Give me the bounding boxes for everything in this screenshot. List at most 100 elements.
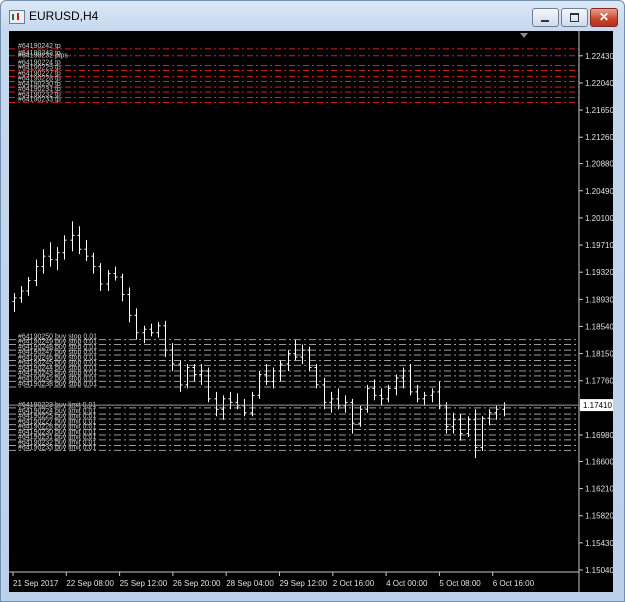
price-label: 1.15040 [585,566,613,575]
ohlc-bar[interactable] [214,391,219,417]
ohlc-bar[interactable] [336,388,341,410]
ohlc-bar[interactable] [365,384,370,413]
close-icon: ✕ [598,10,610,24]
chart-shift-marker-icon[interactable] [520,33,528,38]
price-label: 1.20100 [585,214,613,223]
ohlc-bar[interactable] [127,287,132,323]
maximize-icon [570,13,579,22]
ohlc-bar[interactable] [466,416,471,438]
ohlc-bar[interactable] [170,343,175,371]
ohlc-bar[interactable] [206,367,211,403]
ohlc-bar[interactable] [322,377,327,410]
ohlc-bar[interactable] [300,344,305,365]
price-label: 1.19320 [585,268,613,277]
ohlc-bar[interactable] [91,252,96,274]
ohlc-bar[interactable] [12,293,17,312]
ohlc-bar[interactable] [444,402,449,434]
ohlc-bar[interactable] [480,416,485,452]
price-label: 1.22430 [585,52,613,61]
close-button[interactable]: ✕ [590,8,618,27]
ohlc-bar[interactable] [62,235,67,260]
ohlc-bar[interactable] [34,259,39,287]
price-label: 1.15820 [585,512,613,521]
ohlc-bar[interactable] [106,270,111,291]
minimize-button[interactable] [532,8,559,27]
ohlc-bar[interactable] [451,412,456,434]
ohlc-bar[interactable] [70,221,75,252]
time-label: 28 Sep 04:00 [226,579,274,588]
ohlc-bar[interactable] [48,242,53,267]
ohlc-bar[interactable] [149,323,154,337]
ohlc-bar[interactable] [192,364,197,382]
ohlc-bar[interactable] [228,391,233,410]
ohlc-bar[interactable] [350,398,355,434]
time-label: 26 Sep 20:00 [173,579,221,588]
time-label: 29 Sep 12:00 [280,579,328,588]
chart-app-icon [9,10,25,24]
ohlc-bar[interactable] [156,322,161,338]
price-label: 1.21650 [585,106,613,115]
minimize-icon [541,20,549,22]
ohlc-bar[interactable] [134,308,139,340]
time-label: 5 Oct 08:00 [439,579,481,588]
ohlc-bar[interactable] [55,247,60,271]
time-label: 25 Sep 12:00 [120,579,168,588]
price-label: 1.15430 [585,539,613,548]
price-label: 1.20490 [585,187,613,196]
ohlc-bar[interactable] [430,388,435,403]
tp-pips-label: #64190232 pips [18,53,68,60]
ohlc-bar[interactable] [379,388,384,406]
ohlc-bar[interactable] [113,266,118,281]
ohlc-bar[interactable] [235,393,240,410]
time-label: 21 Sep 2017 [13,579,59,588]
ohlc-bar[interactable] [422,391,427,406]
ohlc-bar[interactable] [77,226,82,255]
ohlc-bar[interactable] [386,384,391,403]
ohlc-bar[interactable] [84,240,89,262]
ohlc-bar[interactable] [19,286,24,303]
ohlc-bar[interactable] [26,277,31,296]
ohlc-bar[interactable] [271,367,276,389]
ohlc-bar[interactable] [415,384,420,403]
time-label: 22 Sep 08:00 [66,579,114,588]
price-label: 1.17760 [585,377,613,386]
chart-canvas[interactable]: #64190242 tp#64190242 tp#64190224 tp#641… [9,31,613,592]
price-label: 1.21260 [585,133,613,142]
price-label: 1.19710 [585,241,613,250]
tp-level-label: #64190233 tp [18,96,61,103]
ohlc-bar[interactable] [358,405,363,427]
ohlc-bar[interactable] [98,263,103,291]
ohlc-bar[interactable] [41,249,46,274]
current-price-label: 1.17410 [583,401,612,410]
price-label: 1.22040 [585,79,613,88]
window-title: EURUSD,H4 [29,9,99,23]
ohlc-bar[interactable] [257,370,262,399]
price-label: 1.18930 [585,295,613,304]
ohlc-bar[interactable] [408,364,413,396]
price-chart[interactable]: #64190242 tp #64190242 tp #64190224 tp #641… [9,31,613,592]
ohlc-bar[interactable] [487,409,492,426]
ohlc-bar[interactable] [185,364,190,389]
price-label: 1.20880 [585,160,613,169]
price-label: 1.16600 [585,457,613,466]
ohlc-bar[interactable] [343,395,348,413]
buy-limit-order-label: #64190233 buy limit 0.01 [18,444,96,451]
maximize-button[interactable] [561,8,588,27]
ohlc-bar[interactable] [372,379,377,401]
price-label: 1.16980 [585,431,613,440]
time-label: 6 Oct 16:00 [493,579,535,588]
ohlc-bar[interactable] [458,414,463,441]
chart-window: EURUSD,H4 ✕ #64190242 tp #64190242 tp #641… [0,0,625,602]
price-label: 1.18150 [585,350,613,359]
ohlc-bar[interactable] [163,320,168,358]
tp-level-label: #64190242 tp [18,43,61,50]
time-label: 2 Oct 16:00 [333,579,375,588]
buy-stop-order-label: #64190238 buy stop 0.01 [18,381,97,388]
ohlc-bar[interactable] [394,374,399,396]
title-bar[interactable]: EURUSD,H4 ✕ [1,1,624,31]
ohlc-bar[interactable] [329,391,334,413]
ohlc-bar[interactable] [250,391,255,417]
ohlc-bar[interactable] [142,325,147,344]
ohlc-bar[interactable] [120,273,125,302]
price-label: 1.18540 [585,322,613,331]
